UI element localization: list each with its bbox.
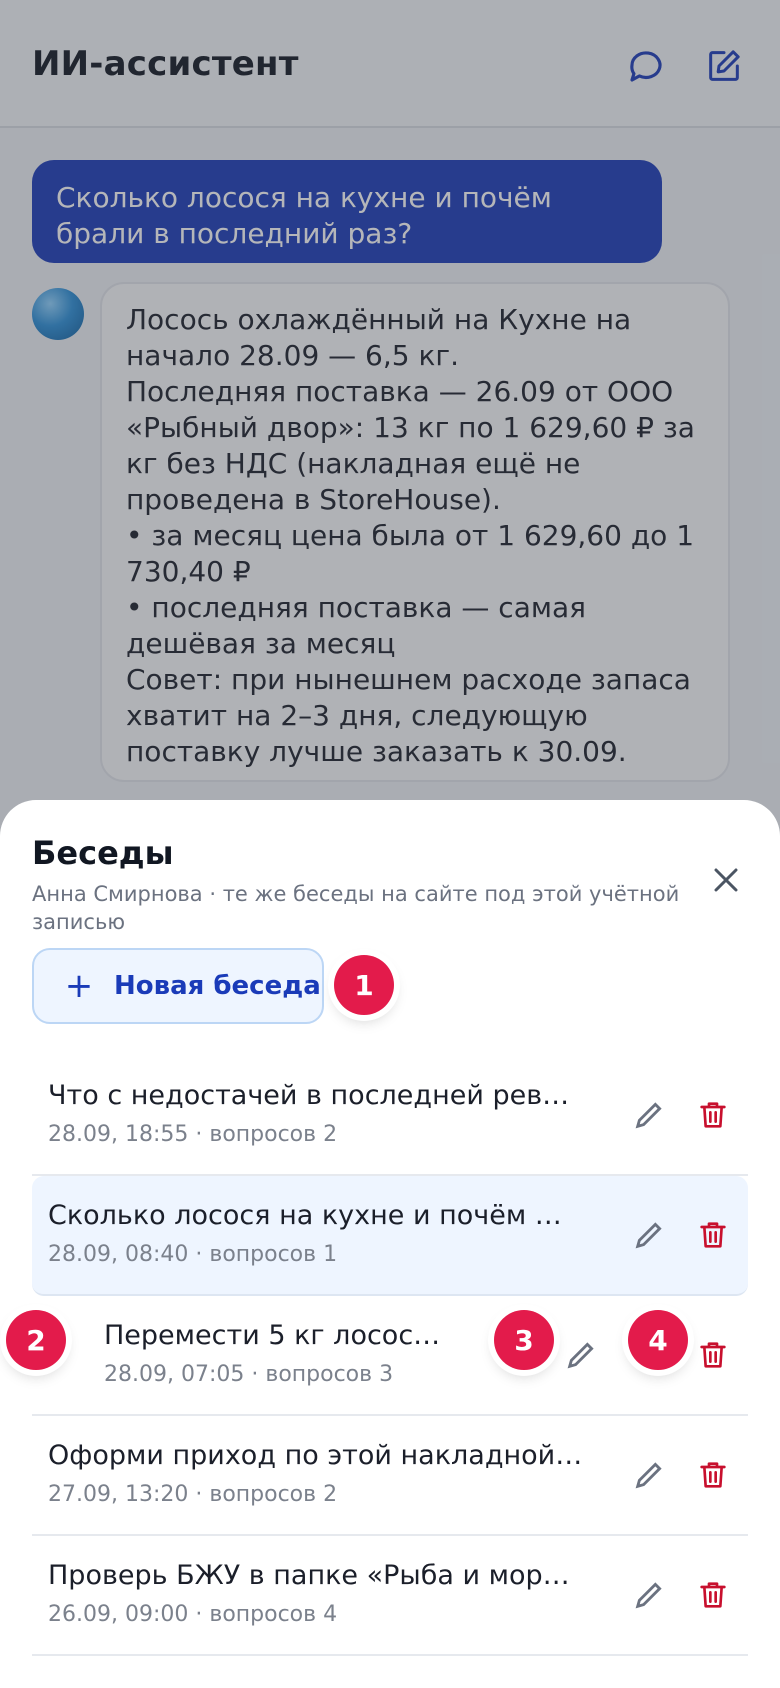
rename-button[interactable] <box>556 1330 606 1380</box>
conversation-meta: 28.09, 07:05 · вопросов 3 <box>104 1362 394 1387</box>
conversation-item[interactable]: Что с недостачей в последней рев… 28.09,… <box>32 1056 748 1176</box>
delete-button[interactable] <box>688 1570 738 1620</box>
trash-icon <box>700 1102 726 1128</box>
delete-button[interactable] <box>688 1090 738 1140</box>
trash-icon <box>700 1582 726 1608</box>
sheet-subtitle: Анна Смирнова · те же беседы на сайте по… <box>32 882 680 934</box>
delete-button[interactable] <box>688 1210 738 1260</box>
conversation-title: Проверь БЖУ в папке «Рыба и мор… <box>48 1560 570 1591</box>
conversation-meta: 28.09, 08:40 · вопросов 1 <box>48 1242 338 1267</box>
conversation-title: Сколько лосося на кухне и почём … <box>48 1200 562 1231</box>
rename-button[interactable] <box>624 1450 674 1500</box>
pencil-icon <box>635 1462 662 1489</box>
conversation-item[interactable]: Проверь БЖУ в папке «Рыба и мор… 26.09, … <box>32 1536 748 1656</box>
trash-icon <box>700 1462 726 1488</box>
delete-button[interactable] <box>688 1450 738 1500</box>
annotation-marker-1: 1 <box>334 955 394 1015</box>
close-icon <box>714 868 738 892</box>
pencil-icon <box>635 1102 662 1129</box>
plus-icon: + <box>64 966 94 1006</box>
conversation-title: Что с недостачей в последней рев… <box>48 1080 570 1111</box>
conversations-sheet: Беседы Анна Смирнова · те же беседы на с… <box>0 800 780 1688</box>
trash-icon <box>700 1342 726 1368</box>
rename-button[interactable] <box>624 1570 674 1620</box>
rename-button[interactable] <box>624 1210 674 1260</box>
conversation-item-active[interactable]: Сколько лосося на кухне и почём … 28.09,… <box>32 1176 748 1296</box>
pencil-icon <box>635 1582 662 1609</box>
new-conversation-label: Новая беседа <box>114 971 321 1001</box>
conversation-item[interactable]: Оформи приход по этой накладной… 27.09, … <box>32 1416 748 1536</box>
conversation-meta: 26.09, 09:00 · вопросов 4 <box>48 1602 338 1627</box>
pencil-icon <box>567 1342 594 1369</box>
delete-button[interactable] <box>688 1330 738 1380</box>
conversation-title: Перемести 5 кг лосос… <box>104 1320 441 1351</box>
conversation-meta: 28.09, 18:55 · вопросов 2 <box>48 1122 338 1147</box>
conversation-title: Оформи приход по этой накладной… <box>48 1440 583 1471</box>
new-conversation-button[interactable]: + Новая беседа <box>32 948 324 1024</box>
trash-icon <box>700 1222 726 1248</box>
rename-button[interactable] <box>624 1090 674 1140</box>
annotation-marker-3: 3 <box>494 1310 554 1370</box>
conversation-meta: 27.09, 13:20 · вопросов 2 <box>48 1482 338 1507</box>
sheet-title: Беседы <box>32 834 174 872</box>
pencil-icon <box>635 1222 662 1249</box>
close-button[interactable] <box>706 860 746 900</box>
annotation-marker-2: 2 <box>6 1310 66 1370</box>
annotation-marker-4: 4 <box>628 1310 688 1370</box>
